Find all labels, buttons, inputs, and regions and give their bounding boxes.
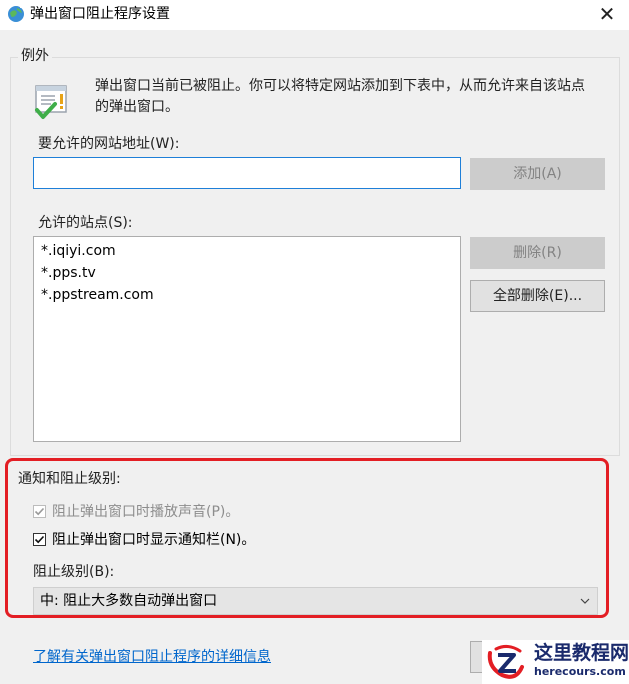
blocking-level-value: 中: 阻止大多数自动弹出窗口 <box>40 593 218 609</box>
website-address-input[interactable] <box>33 157 461 189</box>
list-item[interactable]: *.iqiyi.com <box>41 240 453 262</box>
title-bar: 弹出窗口阻止程序设置 ✕ <box>0 0 629 28</box>
allowed-sites-list[interactable]: *.iqiyi.com *.pps.tv *.ppstream.com <box>33 236 461 442</box>
play-sound-checkbox[interactable] <box>33 504 46 518</box>
address-label: 要允许的网站地址(W): <box>38 136 180 152</box>
popup-warning-icon <box>35 85 67 119</box>
show-notification-bar-option[interactable]: 阻止弹出窗口时显示通知栏(N)。 <box>33 529 255 549</box>
play-sound-label: 阻止弹出窗口时播放声音(P)。 <box>52 504 240 520</box>
add-button[interactable]: 添加(A) <box>470 158 605 190</box>
close-icon: ✕ <box>598 2 616 26</box>
watermark-title: 这里教程网 <box>534 642 629 664</box>
window-title: 弹出窗口阻止程序设置 <box>30 6 170 22</box>
help-link[interactable]: 了解有关弹出窗口阻止程序的详细信息 <box>33 648 271 666</box>
show-notification-bar-checkbox[interactable] <box>33 532 46 546</box>
checkmark-icon <box>34 507 45 515</box>
chevron-down-icon <box>580 598 590 604</box>
exceptions-description: 弹出窗口当前已被阻止。你可以将特定网站添加到下表中，从而允许来自该站点的弹出窗口… <box>95 78 585 115</box>
close-window-button[interactable]: ✕ <box>595 2 619 26</box>
blocking-level-label: 阻止级别(B): <box>33 564 115 580</box>
notification-section-label: 通知和阻止级别: <box>18 471 121 487</box>
blocking-level-select[interactable]: 中: 阻止大多数自动弹出窗口 <box>33 587 598 615</box>
internet-explorer-globe-icon <box>8 5 24 22</box>
checkmark-icon <box>34 535 45 543</box>
remove-all-button[interactable]: 全部删除(E)... <box>470 280 605 312</box>
play-sound-option[interactable]: 阻止弹出窗口时播放声音(P)。 <box>33 501 239 521</box>
watermark-logo-icon <box>487 644 524 679</box>
remove-button[interactable]: 删除(R) <box>470 237 605 269</box>
exceptions-group-label: 例外 <box>18 47 52 65</box>
watermark: 这里教程网 herecours.com <box>482 640 629 684</box>
list-item[interactable]: *.ppstream.com <box>41 284 453 306</box>
list-item[interactable]: *.pps.tv <box>41 262 453 284</box>
allowed-sites-label: 允许的站点(S): <box>38 215 133 231</box>
watermark-url: herecours.com <box>534 665 626 678</box>
show-notification-bar-label: 阻止弹出窗口时显示通知栏(N)。 <box>52 532 256 548</box>
